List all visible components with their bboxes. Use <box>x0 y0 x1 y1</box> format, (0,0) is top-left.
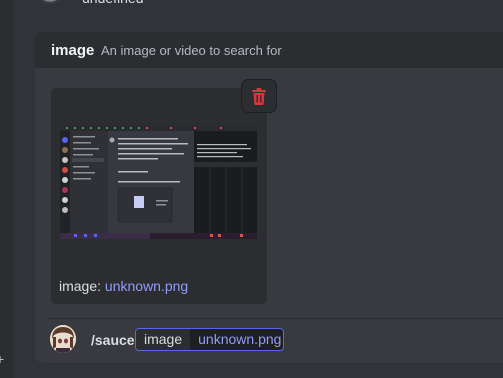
attachment-filename-link[interactable]: unknown.png <box>105 278 188 294</box>
previous-message-text: undefined <box>82 0 144 6</box>
attachment-preview: image: unknown.png <box>51 80 276 304</box>
add-icon[interactable]: + <box>0 352 6 366</box>
delete-attachment-button[interactable] <box>242 80 276 112</box>
server-sidebar: + <box>0 0 13 378</box>
command-option-panel: image An image or video to search for im… <box>35 32 503 362</box>
attachment-image[interactable] <box>60 126 257 239</box>
option-pill-value[interactable]: unknown.png <box>190 329 281 350</box>
bot-avatar[interactable] <box>50 325 76 353</box>
avatar-image <box>50 325 76 353</box>
option-header: image An image or video to search for <box>35 32 503 68</box>
option-description: An image or video to search for <box>101 43 282 58</box>
option-pill-name: image <box>136 329 191 350</box>
trash-icon <box>252 87 266 105</box>
option-name: image <box>51 42 95 59</box>
image-option-pill[interactable]: image unknown.png <box>135 328 284 351</box>
avatar[interactable] <box>36 0 64 4</box>
slash-command-name[interactable]: /sauce <box>91 332 135 348</box>
caption-prefix: image: <box>59 278 102 294</box>
attachment-caption: image: unknown.png <box>59 278 188 294</box>
